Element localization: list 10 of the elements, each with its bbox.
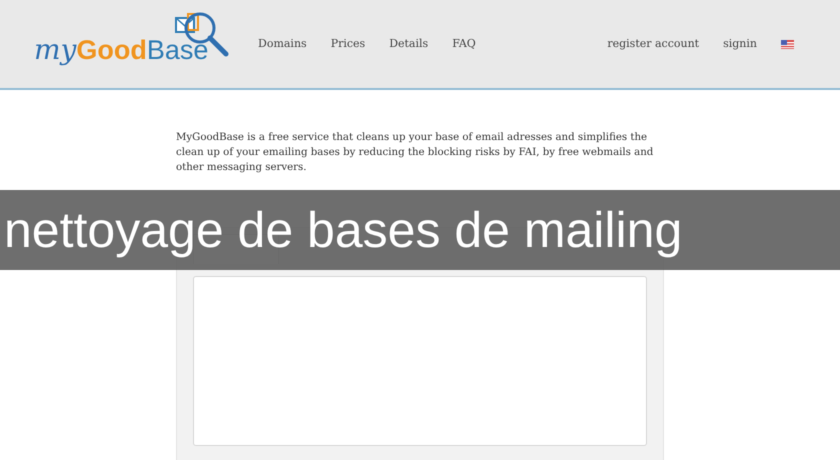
logo-text: myGoodBase xyxy=(34,36,208,68)
flag-icon[interactable] xyxy=(781,40,794,48)
nav-link[interactable]: Prices xyxy=(330,36,366,52)
account-link[interactable]: register account xyxy=(607,36,700,52)
caption-banner: nettoyage de bases de mailing xyxy=(0,190,840,270)
nav-link[interactable]: FAQ xyxy=(452,36,476,52)
nav-link[interactable]: Domains xyxy=(258,36,307,52)
intro-paragraph: MyGoodBase is a free service that cleans up your base of email adresses and simplifies the clean up of your emailing bases by reducing the blocking risks by FAI, by free webmails and other messaging servers. xyxy=(176,131,654,175)
nav-link[interactable]: Details xyxy=(389,36,428,52)
account-link[interactable]: signin xyxy=(723,36,757,52)
